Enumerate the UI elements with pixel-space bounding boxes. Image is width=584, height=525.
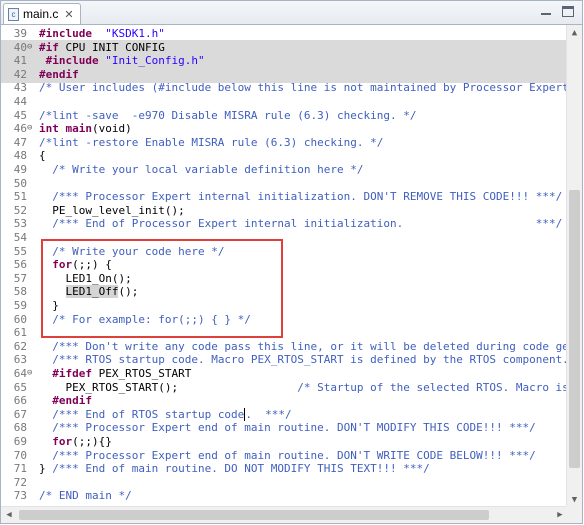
maximize-icon[interactable] [562,6,574,17]
code-token: /* Startup of the selected RTOS. Macro i… [297,380,568,394]
close-icon[interactable]: ✕ [64,8,73,21]
code-token: PE_low_level_init(); [39,203,185,217]
code-token: #ifdef [52,367,92,380]
code-token: /*** End of main routine. DO NOT MODIFY … [52,462,430,476]
code-token: for [52,258,73,272]
code-token: PEX_RTOS_START [92,367,192,380]
vertical-scroll-thumb[interactable] [569,190,580,468]
editor-window: c main.c ✕ 39 #include "KSDK1.h" 40 ⊖ #if CP… [0,0,583,524]
tab-title: main.c [23,7,59,21]
code-token: #include [45,54,99,68]
code-token: LED1_On(); [39,271,132,285]
horizontal-scrollbar[interactable]: ◀ ▶ [1,506,568,523]
code-token: /* END main */ [39,489,132,503]
code-token: (;;){} [72,435,112,448]
tab-main-c[interactable]: c main.c ✕ [3,3,81,24]
line-number: 73 [13,489,27,503]
window-controls [540,6,574,17]
code-text: /* END main */ [39,488,132,504]
horizontal-scroll-thumb[interactable] [19,510,489,520]
code-token: PEX_RTOS_START(); [39,380,298,394]
code-token: . ***/ [245,407,292,421]
code-token: { [39,149,46,163]
code-token: #if [39,40,59,54]
minimize-icon[interactable] [540,6,552,17]
code-token: } [39,462,53,476]
scroll-up-icon[interactable]: ▲ [567,25,582,41]
fold-toggle-icon[interactable]: ⊖ [27,124,34,133]
code-token: main [65,122,93,136]
code-token: "Init_Config.h" [105,54,205,68]
code-token: /*lint -save -e970 Disable MISRA rule (6… [39,108,417,122]
code-token: /*** End of Processor Expert internal in… [52,217,563,231]
code-token: /*** RTOS startup code. Macro PEX_RTOS_S… [52,353,568,367]
code-token: /* User includes (#include below this li… [39,81,568,95]
fold-toggle-icon[interactable]: ⊖ [27,369,34,378]
fold-toggle-icon[interactable]: ⊖ [27,42,34,51]
code-token: /* Write your code here */ [52,244,225,258]
vertical-scrollbar[interactable]: ▲ ▼ [566,25,582,508]
code-token: #endif [39,67,79,81]
code-token: (void) [92,122,132,136]
code-token: LED1_Off [65,285,119,299]
code-token: for [52,435,73,448]
code-line[interactable]: 73 /* END main */ [1,488,568,504]
code-token: /*** Processor Expert end of main routin… [52,421,536,435]
c-file-icon: c [8,7,19,21]
code-token: "KSDK1.h" [105,27,165,40]
code-token: /*** Don't write any code pass this line… [52,339,568,353]
code-token: #endif [52,394,92,408]
code-token: #include [39,27,92,40]
editor-tab-bar: c main.c ✕ [1,1,582,25]
code-token: (); [118,285,139,299]
code-token: } [39,299,59,312]
code-token: /*** Processor Expert end of main routin… [52,448,536,462]
code-editor[interactable]: 39 #include "KSDK1.h" 40 ⊖ #if CPU_INIT_CONF… [1,25,568,508]
code-token: /*** End of RTOS startup code [52,407,245,421]
code-token: /*lint -restore Enable MISRA rule (6.3) … [39,135,384,149]
code-token: /* Write your local variable definition … [52,163,364,176]
code-token: /* For example: for(;;) { } */ [52,312,251,326]
code-token: int [39,122,59,136]
code-token: /*** Processor Expert internal initializ… [52,190,563,204]
scrollbar-corner [566,506,582,523]
scroll-left-icon[interactable]: ◀ [1,507,17,523]
code-token: (;;) { [72,258,112,272]
code-token: CPU_INIT_CONFIG [58,40,165,54]
